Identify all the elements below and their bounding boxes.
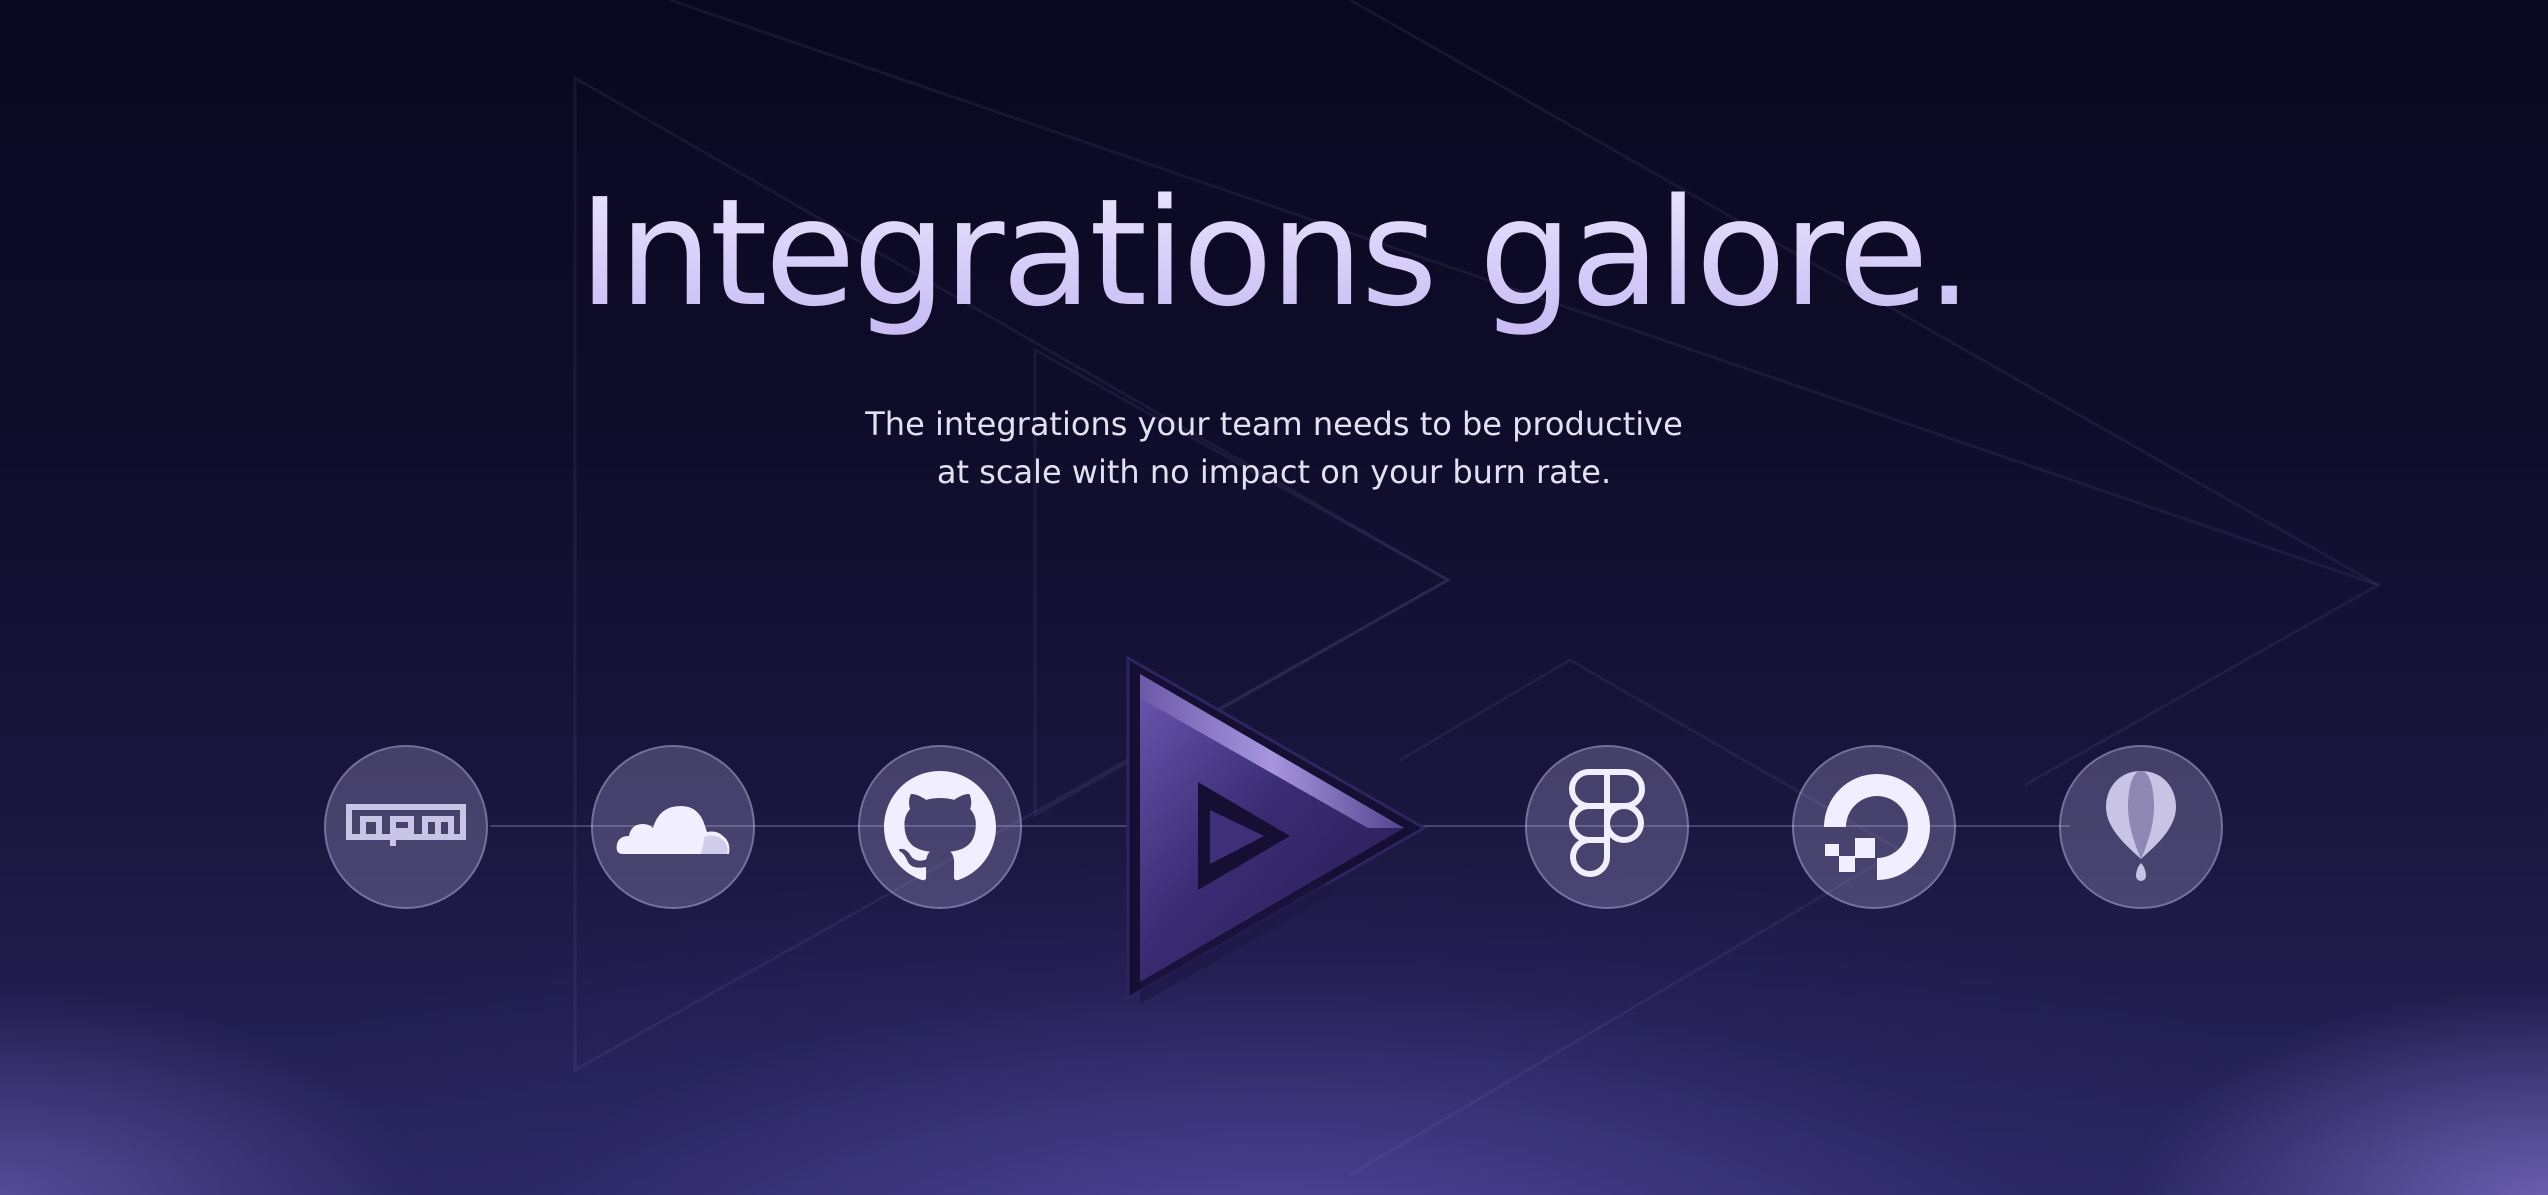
hero-title: Integrations galore. [0,168,2548,338]
brand-play-icon [1126,655,1428,1004]
integration-npm[interactable] [324,745,488,909]
integration-balloon[interactable] [2059,745,2223,909]
hero-subtitle: The integrations your team needs to be p… [0,400,2548,496]
integration-figma[interactable] [1525,745,1689,909]
integration-digitalocean[interactable] [1792,745,1956,909]
github-icon [884,771,996,881]
npm-icon [346,804,466,846]
digitalocean-icon [1824,774,1930,880]
connector-line-right [1420,825,2070,827]
hero-subtitle-line-1: The integrations your team needs to be p… [865,405,1683,443]
integration-cloudflare[interactable] [591,745,755,909]
integration-github[interactable] [858,745,1022,909]
hero-subtitle-line-2: at scale with no impact on your burn rat… [936,453,1612,491]
balloon-icon [2106,771,2176,881]
cloudflare-icon [616,806,730,854]
connector-line-left [490,825,1130,827]
figma-icon [1569,769,1645,877]
